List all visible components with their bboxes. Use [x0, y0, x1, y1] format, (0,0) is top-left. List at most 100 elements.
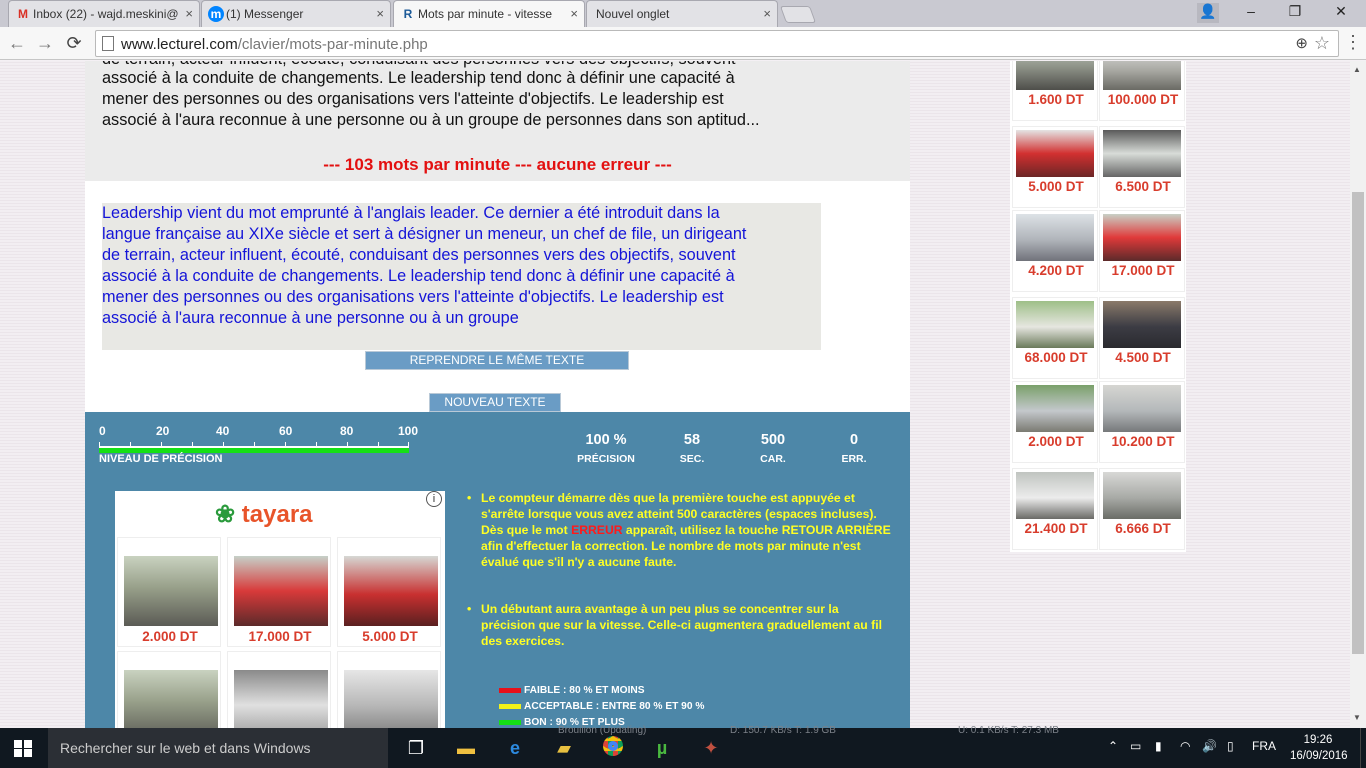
tayara-ad[interactable]: ❀ tayara i 2.000 DT 17.000 DT 5.000 DT	[115, 491, 445, 728]
volume-icon[interactable]: 🔊	[1202, 739, 1217, 753]
typed-line: de terrain, acteur influent, écouté, con…	[102, 246, 736, 264]
source-line: mener des personnes ou des organisations…	[102, 90, 724, 108]
tab-gmail[interactable]: M Inbox (22) - wajd.meskini@ ×	[8, 0, 200, 27]
tab-messenger[interactable]: m (1) Messenger ×	[201, 0, 391, 27]
sidebar-price: 4.500 DT	[1115, 350, 1171, 365]
car-photo	[1016, 214, 1094, 261]
sidebar-ad-card[interactable]: 6.666 DT	[1099, 468, 1185, 550]
back-icon[interactable]: ←	[6, 32, 28, 54]
file-explorer-icon[interactable]: ▬	[454, 736, 478, 760]
zoom-icon[interactable]: ⊕	[1295, 34, 1308, 52]
ad-card[interactable]	[337, 651, 441, 728]
reload-icon[interactable]: ⟳	[63, 32, 85, 54]
bookmark-star-icon[interactable]: ☆	[1314, 33, 1330, 54]
input-language[interactable]: FRA	[1252, 739, 1276, 753]
scale-mark: 0	[99, 424, 106, 438]
minimize-button[interactable]: –	[1240, 3, 1262, 23]
game-app-icon[interactable]: ✦	[699, 736, 723, 760]
scale-mark: 80	[340, 424, 354, 438]
taskbar-clock[interactable]: 19:26 16/09/2016	[1290, 732, 1348, 764]
house-photo	[1103, 61, 1181, 90]
tray-expand-icon[interactable]: ⌃	[1108, 739, 1118, 753]
sidebar-ad-card[interactable]: 21.400 DT	[1012, 468, 1098, 550]
sidebar-ad-card[interactable]: 10.200 DT	[1099, 381, 1185, 463]
tray-app-icon[interactable]: ▭	[1130, 739, 1141, 753]
ad-price: 17.000 DT	[248, 629, 312, 644]
profile-icon[interactable]: 👤	[1197, 3, 1219, 23]
close-tab-icon[interactable]: ×	[570, 6, 578, 21]
sidebar-ad-card[interactable]: 6.500 DT	[1099, 126, 1185, 208]
sidebar-ad-card[interactable]: 5.000 DT	[1012, 126, 1098, 208]
scroll-down-icon[interactable]: ▼	[1353, 713, 1361, 722]
notification-icon[interactable]: ▯	[1227, 739, 1234, 753]
sidebar-price: 1.600 DT	[1028, 92, 1084, 107]
car-photo	[1103, 214, 1181, 261]
error-word: ERREUR	[571, 523, 623, 537]
lecturel-icon: R	[403, 7, 413, 21]
tayara-logo[interactable]: ❀ tayara	[215, 500, 313, 529]
tab-new[interactable]: Nouvel onglet ×	[586, 0, 778, 27]
tips-list: • Le compteur démarre dès que la premièr…	[467, 490, 896, 649]
address-bar[interactable]: www.lecturel.com/clavier/mots-par-minute…	[95, 30, 1339, 57]
typed-line: associé à l'aura reconnue à une personne…	[102, 309, 519, 327]
tab-title: (1) Messenger	[226, 7, 304, 21]
sidebar-price: 68.000 DT	[1024, 350, 1088, 365]
stat-seconds: 58 SEC.	[652, 432, 732, 465]
tab-lecturel[interactable]: R Mots par minute - vitesse ×	[393, 0, 585, 28]
source-text-area: de terrain, acteur influent, écouté, con…	[85, 61, 910, 181]
close-tab-icon[interactable]: ×	[376, 6, 384, 21]
tab-title: Mots par minute - vitesse	[418, 7, 553, 21]
ad-card[interactable]	[117, 651, 221, 728]
ad-card[interactable]	[227, 651, 331, 728]
vertical-scrollbar[interactable]: ▲ ▼	[1350, 61, 1366, 728]
sidebar-ads: 1.600 DT 100.000 DT 5.000 DT 6.500 DT 4.…	[1010, 61, 1186, 552]
sidebar-ad-card[interactable]: 4.200 DT	[1012, 210, 1098, 292]
sidebar-ad-card[interactable]: 17.000 DT	[1099, 210, 1185, 292]
ad-price: 5.000 DT	[362, 629, 418, 644]
wifi-icon[interactable]: ◠	[1180, 739, 1190, 753]
chrome-icon[interactable]	[601, 736, 625, 760]
sidebar-ad-card[interactable]: 1.600 DT	[1012, 61, 1098, 121]
task-view-icon[interactable]: ❐	[404, 736, 428, 760]
close-tab-icon[interactable]: ×	[763, 6, 771, 21]
car-photo	[1016, 385, 1094, 432]
sidebar-ad-card[interactable]: 4.500 DT	[1099, 297, 1185, 379]
windows-start-icon[interactable]	[14, 740, 32, 757]
tab-title: Nouvel onglet	[596, 7, 670, 21]
ad-card[interactable]: 5.000 DT	[337, 537, 441, 647]
photos-icon[interactable]: ▰	[552, 736, 576, 760]
close-tab-icon[interactable]: ×	[185, 6, 193, 21]
forward-icon[interactable]: →	[34, 32, 56, 54]
tray-battery-icon[interactable]: ▮	[1155, 739, 1162, 753]
url-text[interactable]: www.lecturel.com/clavier/mots-par-minute…	[121, 36, 428, 53]
scroll-up-icon[interactable]: ▲	[1353, 65, 1361, 74]
typing-input-area[interactable]: Leadership vient du mot emprunté à l'ang…	[102, 203, 821, 350]
sidebar-price: 6.500 DT	[1115, 179, 1171, 194]
tip-item: • Le compteur démarre dès que la premièr…	[467, 491, 891, 569]
ad-info-icon[interactable]: i	[426, 491, 442, 507]
new-tab-button[interactable]	[779, 6, 817, 23]
sidebar-ad-card[interactable]: 68.000 DT	[1012, 297, 1098, 379]
close-window-button[interactable]: ✕	[1330, 3, 1352, 23]
menu-icon[interactable]: ⋮	[1344, 32, 1362, 53]
gmail-icon: M	[18, 7, 28, 21]
typed-line: mener des personnes ou des organisations…	[102, 288, 724, 306]
sidebar-ad-card[interactable]: 100.000 DT	[1099, 61, 1185, 121]
new-text-button[interactable]: NOUVEAU TEXTE	[429, 393, 561, 412]
ad-card[interactable]: 2.000 DT	[117, 537, 221, 647]
maximize-button[interactable]: ❐	[1284, 3, 1306, 23]
ad-card[interactable]: 17.000 DT	[227, 537, 331, 647]
stat-label: SEC.	[679, 453, 705, 465]
show-desktop-button[interactable]	[1360, 728, 1366, 768]
precision-scale: 0 20 40 60 80 100	[99, 424, 418, 454]
repeat-text-button[interactable]: REPRENDRE LE MÊME TEXTE	[365, 351, 629, 370]
result-text: --- 103 mots par minute --- aucune erreu…	[323, 155, 672, 174]
background-window-text: Brouillon (Updating)	[558, 725, 647, 736]
scrollbar-thumb[interactable]	[1352, 192, 1364, 654]
sidebar-ad-card[interactable]: 2.000 DT	[1012, 381, 1098, 463]
utorrent-icon[interactable]: µ	[650, 736, 674, 760]
car-photo	[1103, 472, 1181, 519]
taskbar-search-box[interactable]: Rechercher sur le web et dans Windows	[48, 728, 388, 768]
edge-icon[interactable]: e	[503, 736, 527, 760]
car-photo	[344, 556, 438, 626]
